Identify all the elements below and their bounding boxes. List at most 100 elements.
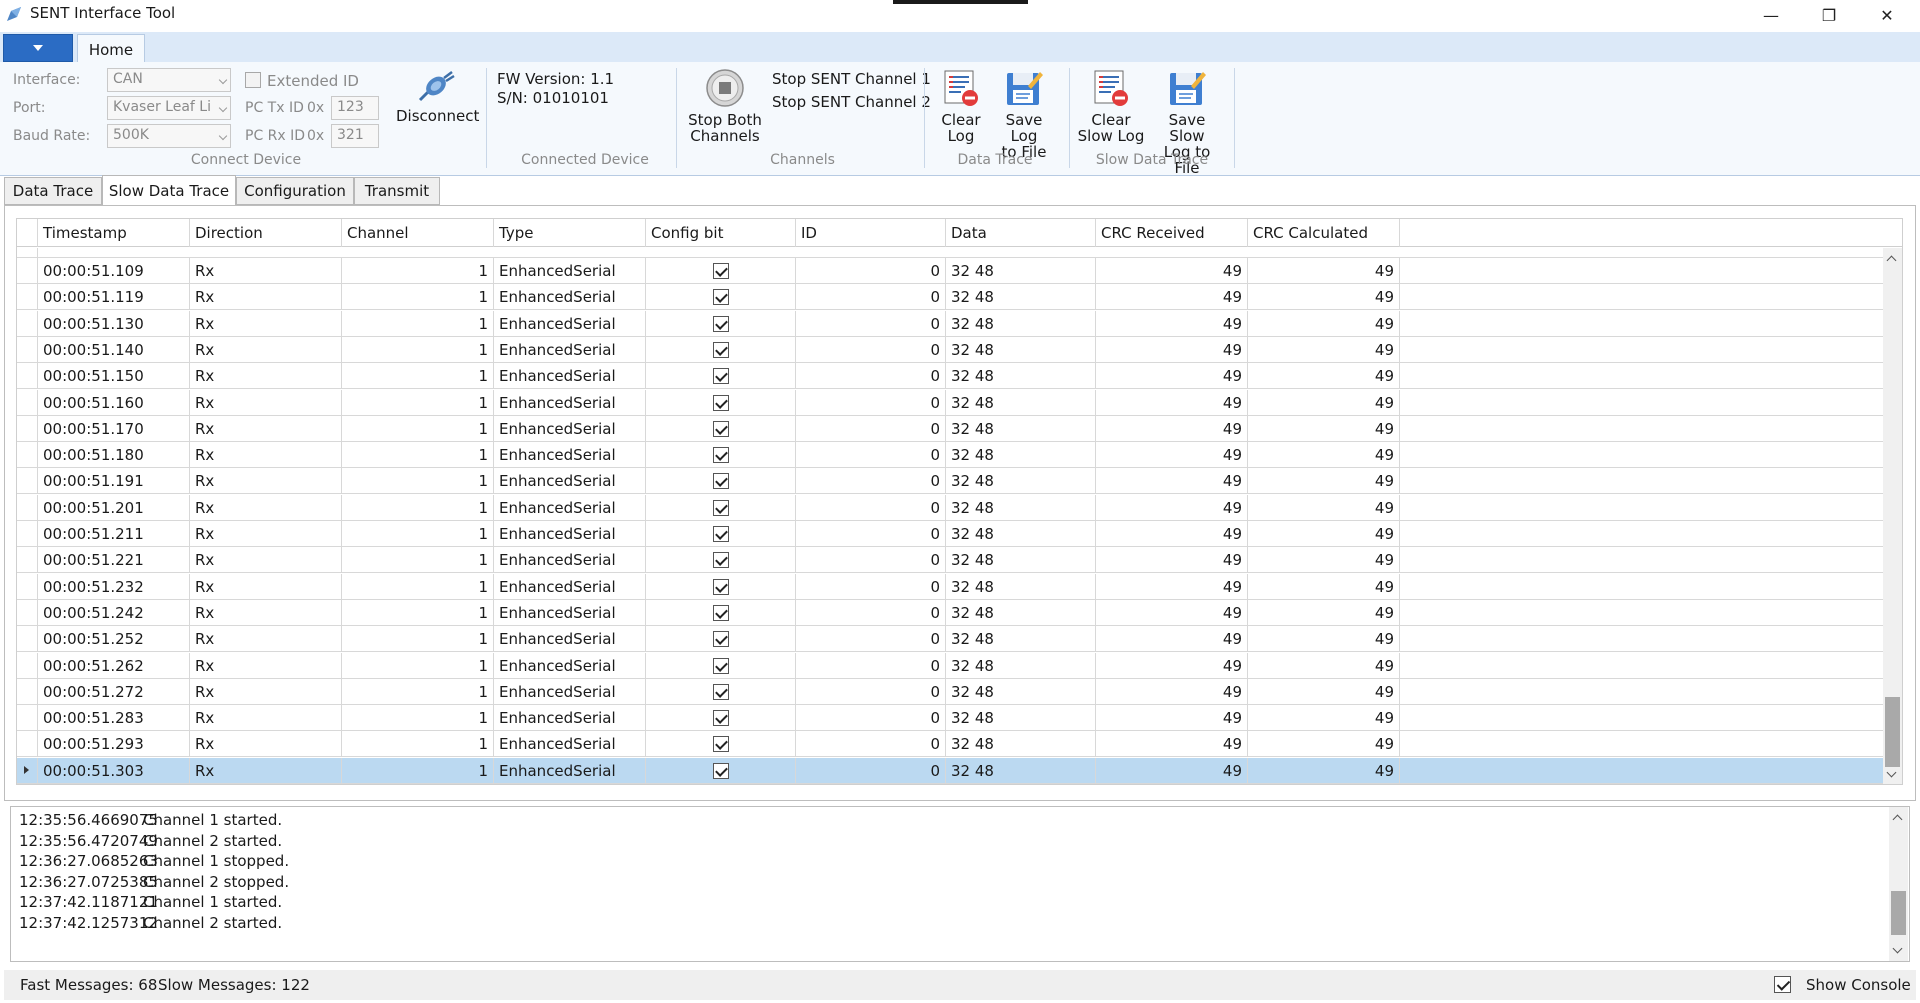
cell-config[interactable] — [646, 573, 796, 600]
row-selector[interactable] — [17, 310, 38, 337]
config-bit-checkbox[interactable] — [712, 420, 729, 437]
scrollbar-thumb[interactable] — [1891, 891, 1906, 935]
table-row[interactable]: 00:00:51.272 Rx 1 EnhancedSerial 0 32 48 49 49 — [17, 678, 1883, 705]
table-row[interactable]: 00:00:51.201 Rx 1 EnhancedSerial 0 32 48 49 49 — [17, 494, 1883, 521]
cell-type[interactable]: EnhancedSerial — [494, 284, 646, 311]
grid-vertical-scrollbar[interactable] — [1883, 248, 1902, 784]
cell-direction[interactable]: Rx — [190, 599, 342, 626]
config-bit-checkbox[interactable] — [712, 263, 729, 279]
show-console-checkbox[interactable] — [1774, 976, 1791, 993]
scroll-down-icon[interactable] — [1886, 767, 1897, 778]
cell-timestamp[interactable]: 00:00:51.262 — [38, 652, 190, 679]
cell-crc-calc[interactable]: 49 — [1248, 757, 1400, 784]
table-row[interactable]: 00:00:51.232 Rx 1 EnhancedSerial 0 32 48 49 49 — [17, 573, 1883, 600]
cell-data[interactable]: 32 48 — [946, 547, 1096, 574]
extended-id-checkbox[interactable] — [245, 72, 261, 88]
cell-data[interactable]: 32 48 — [946, 442, 1096, 469]
cell-type[interactable]: EnhancedSerial — [494, 626, 646, 653]
config-bit-checkbox[interactable] — [712, 710, 729, 727]
cell-timestamp[interactable]: 00:00:51.170 — [38, 415, 190, 442]
cell-direction[interactable]: Rx — [190, 310, 342, 337]
slow-data-grid[interactable]: Timestamp Direction Channel Type Config bit I… — [16, 218, 1903, 785]
cell-direction[interactable]: Rx — [190, 757, 342, 784]
cell-config[interactable] — [646, 652, 796, 679]
cell-channel[interactable]: 1 — [342, 757, 494, 784]
cell-data[interactable]: 32 48 — [946, 705, 1096, 732]
cell-direction[interactable]: Rx — [190, 442, 342, 469]
cell-type[interactable]: EnhancedSerial — [494, 599, 646, 626]
cell-id[interactable]: 0 — [796, 415, 946, 442]
row-selector[interactable] — [17, 336, 38, 363]
interface-select[interactable]: CAN — [107, 68, 231, 92]
cell-direction[interactable]: Rx — [190, 521, 342, 547]
row-selector[interactable] — [17, 248, 38, 258]
cell-crc-calc[interactable]: 49 — [1248, 573, 1400, 600]
cell-timestamp[interactable]: 00:00:51.303 — [38, 757, 190, 784]
config-bit-checkbox[interactable] — [712, 578, 729, 595]
application-menu-button[interactable] — [3, 34, 73, 62]
cell-channel[interactable]: 1 — [342, 415, 494, 442]
cell-timestamp[interactable]: 00:00:51.140 — [38, 336, 190, 363]
cell-timestamp[interactable]: 00:00:51.119 — [38, 284, 190, 311]
scrollbar-thumb[interactable] — [1885, 697, 1900, 767]
cell-crc-calc[interactable]: 49 — [1248, 363, 1400, 390]
config-bit-checkbox[interactable] — [712, 473, 729, 490]
config-bit-checkbox[interactable] — [712, 368, 729, 385]
row-selector[interactable] — [17, 415, 38, 442]
cell-timestamp[interactable]: 00:00:51.242 — [38, 599, 190, 626]
cell-data[interactable]: 32 48 — [946, 284, 1096, 311]
cell-type[interactable]: EnhancedSerial — [494, 442, 646, 469]
cell-timestamp[interactable]: 00:00:51.293 — [38, 731, 190, 758]
cell-timestamp[interactable]: 00:00:51.130 — [38, 310, 190, 337]
table-row[interactable]: 00:00:51.191 Rx 1 EnhancedSerial 0 32 48 49 49 — [17, 468, 1883, 495]
config-bit-checkbox[interactable] — [712, 341, 729, 358]
cell-data[interactable]: 32 48 — [946, 626, 1096, 653]
column-header[interactable]: ID — [796, 219, 946, 247]
cell-timestamp[interactable]: 00:00:51.283 — [38, 705, 190, 732]
cell-channel[interactable]: 1 — [342, 652, 494, 679]
tab-slow-data-trace[interactable]: Slow Data Trace — [102, 175, 236, 206]
column-header[interactable]: CRC Received — [1096, 219, 1248, 247]
cell-data[interactable]: 32 48 — [946, 258, 1096, 284]
cell-id[interactable]: 0 — [796, 547, 946, 574]
cell-direction[interactable]: Rx — [190, 731, 342, 758]
cell-crc-calc[interactable]: 49 — [1248, 336, 1400, 363]
config-bit-checkbox[interactable] — [712, 736, 729, 753]
cell-crc-calc[interactable]: 49 — [1248, 442, 1400, 469]
cell-id[interactable]: 0 — [796, 389, 946, 416]
cell-channel[interactable]: 1 — [342, 389, 494, 416]
cell-id[interactable]: 0 — [796, 573, 946, 600]
cell-crc-rx[interactable]: 49 — [1096, 547, 1248, 574]
config-bit-checkbox[interactable] — [712, 289, 729, 306]
tab-configuration[interactable]: Configuration — [236, 177, 354, 205]
cell-channel[interactable]: 1 — [342, 573, 494, 600]
cell-direction[interactable]: Rx — [190, 573, 342, 600]
cell-data[interactable]: 32 48 — [946, 310, 1096, 337]
cell-type[interactable]: EnhancedSerial — [494, 494, 646, 521]
cell-timestamp[interactable]: 00:00:51.272 — [38, 678, 190, 705]
save-log-button[interactable]: Save Log to File — [990, 68, 1058, 160]
cell-crc-calc[interactable]: 49 — [1248, 599, 1400, 626]
row-selector[interactable] — [17, 599, 38, 626]
cell-data[interactable]: 32 48 — [946, 468, 1096, 495]
cell-config[interactable] — [646, 521, 796, 547]
cell-crc-calc[interactable]: 49 — [1248, 547, 1400, 574]
cell-crc-rx[interactable]: 49 — [1096, 652, 1248, 679]
table-row[interactable]: 00:00:51.150 Rx 1 EnhancedSerial 0 32 48 49 49 — [17, 363, 1883, 390]
cell-channel[interactable]: 1 — [342, 284, 494, 311]
row-selector[interactable] — [17, 573, 38, 600]
cell-crc-rx[interactable]: 49 — [1096, 442, 1248, 469]
cell-id[interactable]: 0 — [796, 757, 946, 784]
cell-type[interactable]: EnhancedSerial — [494, 363, 646, 390]
cell-channel[interactable]: 1 — [342, 521, 494, 547]
cell-data[interactable]: 32 48 — [946, 757, 1096, 784]
cell-timestamp[interactable]: 00:00:51.180 — [38, 442, 190, 469]
port-select[interactable]: Kvaser Leaf Li — [107, 96, 231, 120]
cell-config[interactable] — [646, 757, 796, 784]
config-bit-checkbox[interactable] — [712, 552, 729, 569]
row-selector[interactable] — [17, 626, 38, 653]
cell-config[interactable] — [646, 363, 796, 390]
cell-config[interactable] — [646, 310, 796, 337]
console-vertical-scrollbar[interactable] — [1889, 807, 1908, 961]
cell-timestamp[interactable]: 00:00:51.252 — [38, 626, 190, 653]
